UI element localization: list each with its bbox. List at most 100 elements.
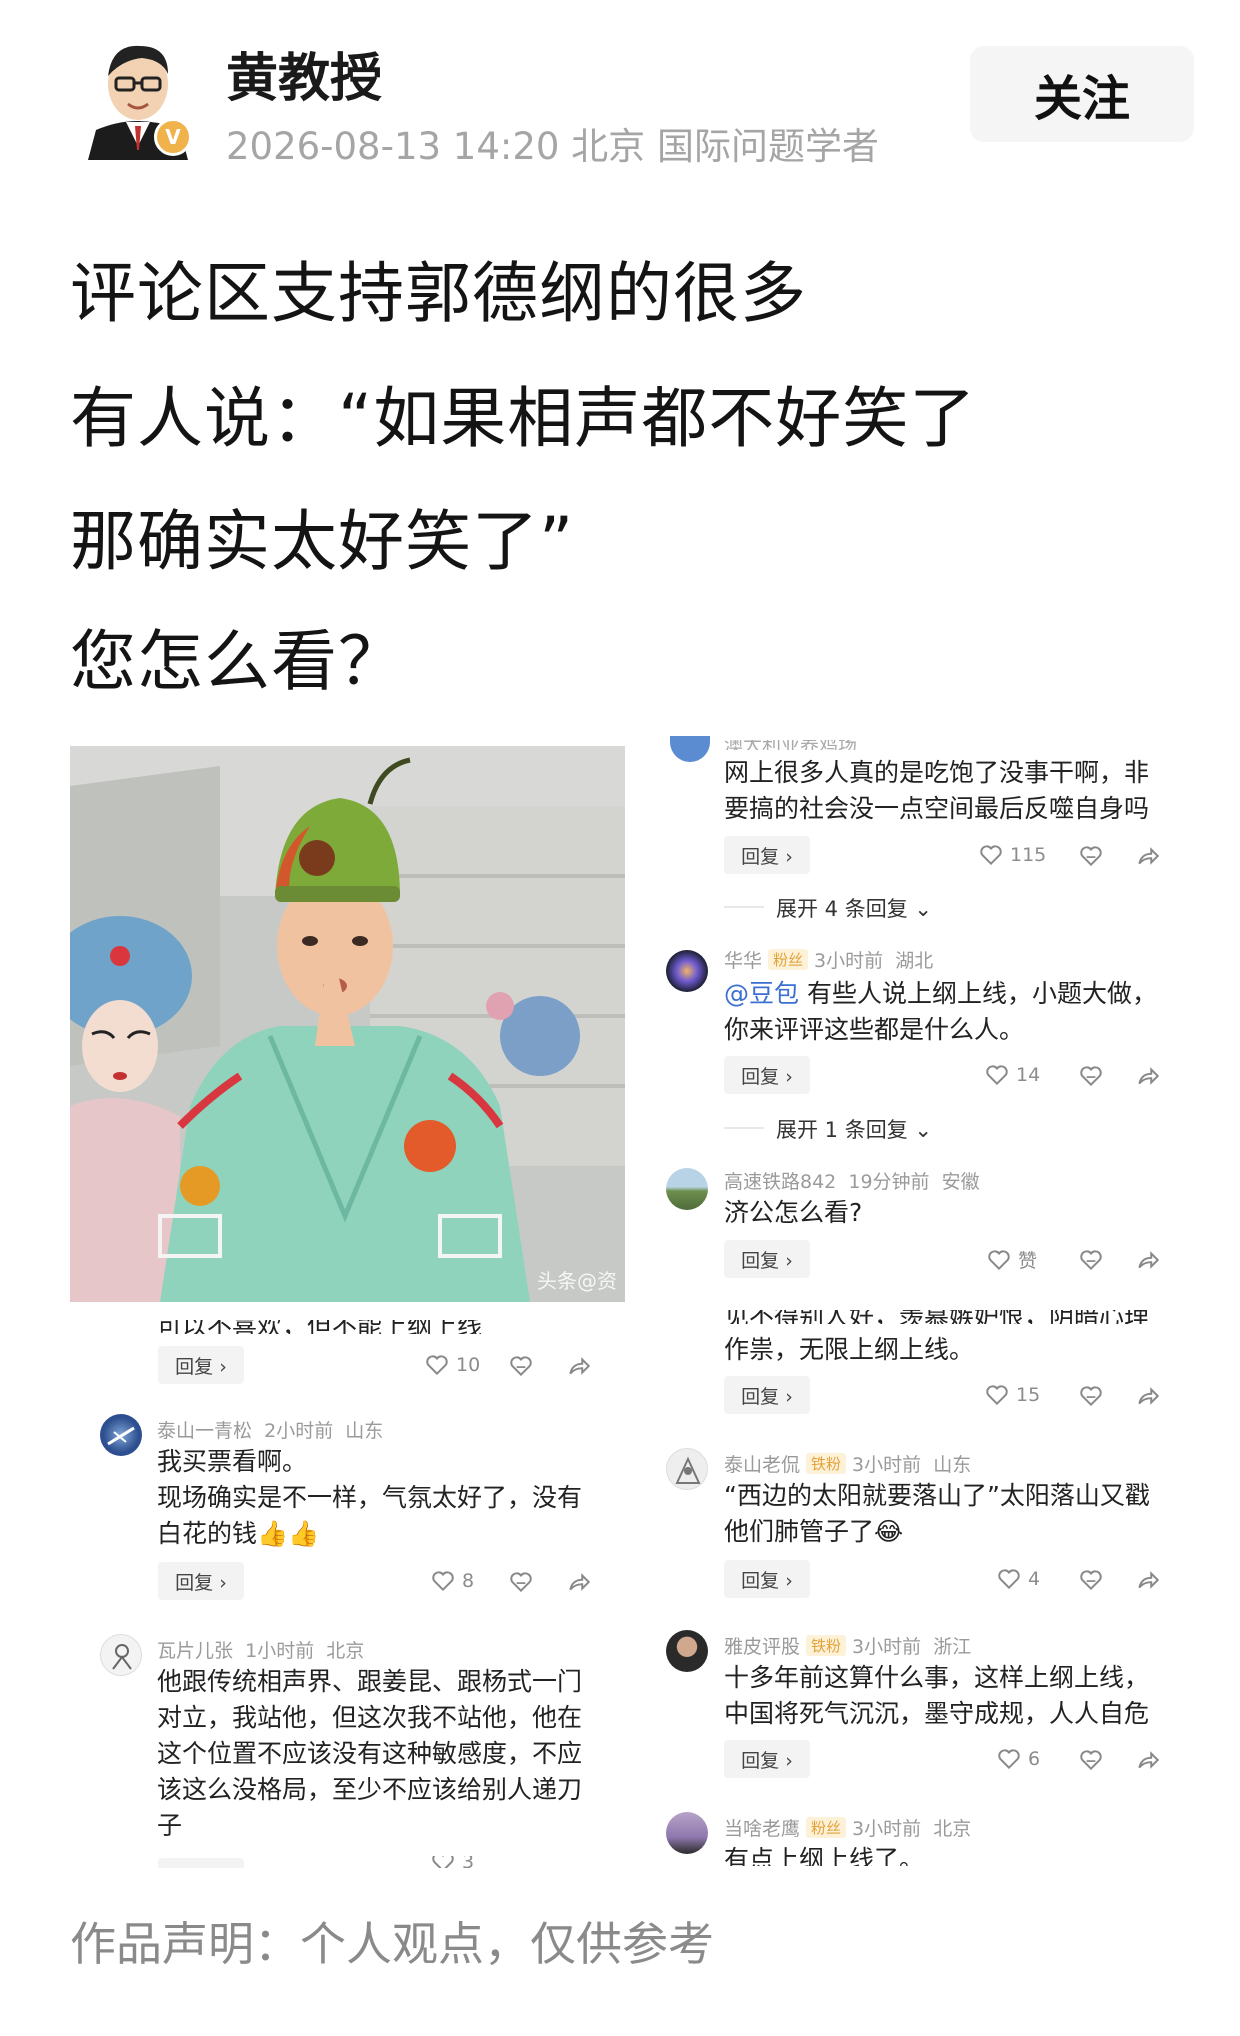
follow-button[interactable]: 关注 — [970, 46, 1194, 142]
comment-time: 1小时前 — [245, 1640, 315, 1662]
commenter-meta: 高速铁路842 19分钟前 安徽 — [724, 1167, 980, 1194]
comment-text: “西边的太阳就要落山了”太阳落山又戳 — [724, 1481, 1150, 1510]
commenter-meta: 当啥老鹰 粉丝 3小时前 北京 — [724, 1814, 971, 1841]
commenter-name[interactable]: 高速铁路842 — [724, 1171, 836, 1193]
commenter-meta: 泰山老侃 铁粉 3小时前 山东 — [724, 1450, 971, 1477]
like-button[interactable]: 14 — [984, 1062, 1040, 1088]
reply-button-cut[interactable] — [158, 1858, 244, 1868]
commenter-name[interactable]: 泰山一青松 — [157, 1420, 252, 1442]
comment-text: 济公怎么看? — [724, 1198, 863, 1227]
share-icon[interactable] — [1135, 1247, 1161, 1273]
commenter-name[interactable]: 当啥老鹰 — [724, 1818, 800, 1840]
reply-button[interactable]: 回复 › — [724, 836, 810, 874]
author-name[interactable]: 黄教授 — [226, 36, 382, 111]
comment-text: 子 — [157, 1811, 183, 1840]
commenter-avatar[interactable] — [666, 1448, 708, 1490]
share-icon[interactable] — [566, 1569, 592, 1595]
comment-text: 你来评评这些都是什么人。 — [724, 1015, 1025, 1044]
share-icon[interactable] — [566, 1353, 592, 1379]
dislike-icon[interactable] — [1078, 1567, 1104, 1593]
comment-time: 3小时前 — [814, 950, 884, 972]
commenter-meta: 雅皮评股 铁粉 3小时前 浙江 — [724, 1632, 971, 1659]
commenter-name[interactable]: 华华 — [724, 950, 762, 972]
comment-text: 我买票看啊。 — [157, 1447, 308, 1476]
like-button[interactable]: 15 — [984, 1382, 1040, 1408]
heart-icon — [998, 1749, 1020, 1770]
reply-button[interactable]: 回复 › — [724, 1740, 810, 1778]
commenter-avatar[interactable] — [100, 1634, 142, 1676]
reply-button[interactable]: 回复 › — [158, 1346, 244, 1384]
dislike-icon[interactable] — [1078, 1383, 1104, 1409]
like-button[interactable]: 6 — [996, 1746, 1040, 1772]
commenter-name[interactable]: 雅皮评股 — [724, 1636, 800, 1658]
comment-text: 他跟传统相声界、跟姜昆、跟杨式一门 — [157, 1667, 583, 1696]
share-icon[interactable] — [1135, 1063, 1161, 1089]
like-count: 8 — [462, 1570, 475, 1592]
like-button[interactable]: 8 — [430, 1568, 474, 1594]
commenter-avatar[interactable] — [670, 736, 710, 762]
like-button-cut[interactable]: 3 — [430, 1856, 474, 1868]
like-count: 15 — [1016, 1384, 1041, 1406]
comment-text: 要搞的社会没一点空间最后反噬自身吗 — [724, 794, 1150, 823]
dislike-icon[interactable] — [1078, 1063, 1104, 1089]
reply-button[interactable]: 回复 › — [724, 1560, 810, 1598]
dislike-icon[interactable] — [1078, 1247, 1104, 1273]
comment-text: 他们肺管子了😂 — [724, 1517, 904, 1546]
comment-location: 山东 — [933, 1454, 972, 1476]
heart-icon — [998, 1569, 1020, 1590]
comment-time: 3小时前 — [852, 1636, 922, 1658]
commenter-avatar[interactable] — [100, 1414, 142, 1456]
commenter-avatar[interactable] — [666, 950, 708, 992]
share-icon[interactable] — [1135, 1383, 1161, 1409]
like-count: 6 — [1028, 1748, 1041, 1770]
like-button[interactable]: 4 — [996, 1566, 1040, 1592]
heart-icon — [980, 845, 1002, 866]
commenter-avatar[interactable] — [666, 1168, 708, 1210]
comment-location: 北京 — [933, 1818, 972, 1840]
comment-text: 对立，我站他，但这次我不站他，他在 — [157, 1703, 583, 1732]
comment-text: 白花的钱👍👍 — [157, 1519, 320, 1548]
dislike-icon[interactable] — [508, 1569, 534, 1595]
commenter-name[interactable]: 泰山老侃 — [724, 1454, 800, 1476]
comment-text: 网上很多人真的是吃饱了没事干啊，非 — [724, 758, 1150, 787]
share-icon[interactable] — [1135, 1567, 1161, 1593]
reply-button[interactable]: 回复 › — [724, 1056, 810, 1094]
like-count: 4 — [1028, 1568, 1041, 1590]
expand-replies[interactable]: 展开 4 条回复 ⌄ — [776, 893, 932, 923]
commenter-name[interactable]: 瓦片儿张 — [157, 1640, 233, 1662]
post-line-1: 评论区支持郭德纲的很多 — [70, 255, 807, 332]
reply-button[interactable]: 回复 › — [724, 1376, 810, 1414]
comment-text: 该这么没格局，至少不应该给别人递刀 — [157, 1775, 583, 1804]
commenter-avatar[interactable] — [666, 1630, 708, 1672]
reply-button[interactable]: 回复 › — [158, 1562, 244, 1600]
like-count: 14 — [1016, 1064, 1041, 1086]
commenter-meta: 华华 粉丝 3小时前 湖北 — [724, 946, 933, 973]
comment-time: 19分钟前 — [848, 1171, 930, 1193]
post-image-performer[interactable]: 头条@资 — [70, 746, 625, 1302]
comment-time: 2小时前 — [264, 1420, 334, 1442]
comment-text: 有点上纲上线了。 — [724, 1845, 925, 1866]
mention-link[interactable]: @豆包 — [724, 979, 799, 1008]
post-line-2: 有人说：“如果相声都不好笑了 — [70, 380, 977, 457]
comment-text-cut: 可以不喜欢，但不能上纲上线 — [157, 1320, 482, 1334]
fan-badge: 铁粉 — [806, 1635, 847, 1656]
expand-replies[interactable]: 展开 1 条回复 ⌄ — [776, 1114, 932, 1144]
comment-time: 3小时前 — [852, 1818, 922, 1840]
share-icon[interactable] — [1135, 843, 1161, 869]
dislike-icon[interactable] — [508, 1353, 534, 1379]
dislike-icon[interactable] — [1078, 843, 1104, 869]
post-line-4: 您怎么看？ — [70, 623, 405, 700]
like-button[interactable]: 115 — [978, 842, 1046, 868]
like-button[interactable]: 10 — [424, 1352, 480, 1378]
comment-time: 3小时前 — [852, 1454, 922, 1476]
share-icon[interactable] — [1135, 1747, 1161, 1773]
photo-watermark: 头条@资 — [537, 1269, 617, 1293]
comment-location: 山东 — [345, 1420, 384, 1442]
reply-button[interactable]: 回复 › — [724, 1240, 810, 1278]
like-button[interactable]: 赞 — [986, 1246, 1037, 1273]
heart-icon — [426, 1355, 448, 1376]
comment-location: 浙江 — [933, 1636, 972, 1658]
commenter-avatar[interactable] — [666, 1812, 708, 1854]
dislike-icon[interactable] — [1078, 1747, 1104, 1773]
expand-divider — [724, 906, 764, 908]
